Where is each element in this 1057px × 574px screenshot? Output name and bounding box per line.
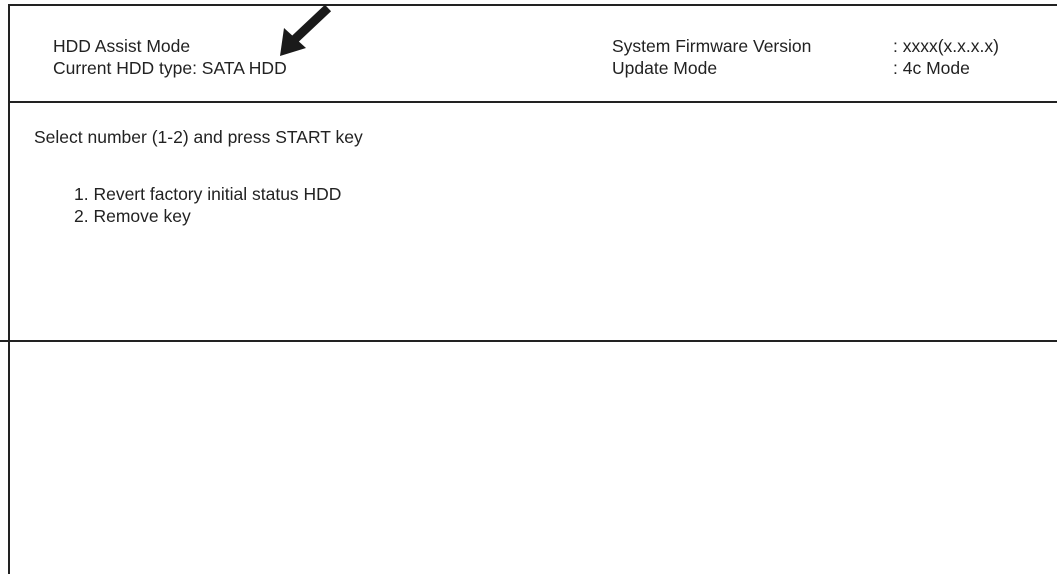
screen-frame [8, 4, 1057, 574]
arrow-down-left-icon [280, 4, 332, 56]
update-mode-value: : 4c Mode [893, 58, 970, 78]
firmware-version-value: : xxxx(x.x.x.x) [893, 36, 999, 56]
header-left: HDD Assist Mode Current HDD type: SATA H… [53, 35, 287, 79]
current-hdd-type: Current HDD type: SATA HDD [53, 58, 287, 78]
option-remove-key[interactable]: 2. Remove key [74, 205, 341, 227]
panel-divider [0, 340, 1057, 342]
update-mode-label: Update Mode [612, 58, 718, 78]
mode-title: HDD Assist Mode [53, 36, 191, 56]
firmware-version-label: System Firmware Version [612, 36, 812, 56]
header-divider [8, 101, 1057, 103]
option-menu: 1. Revert factory initial status HDD 2. … [74, 183, 341, 227]
header-right-values: : xxxx(x.x.x.x) : 4c Mode [893, 35, 999, 79]
header-right-labels: System Firmware Version Update Mode [612, 35, 811, 79]
selection-prompt: Select number (1-2) and press START key [34, 127, 363, 147]
option-revert-factory[interactable]: 1. Revert factory initial status HDD [74, 183, 341, 205]
